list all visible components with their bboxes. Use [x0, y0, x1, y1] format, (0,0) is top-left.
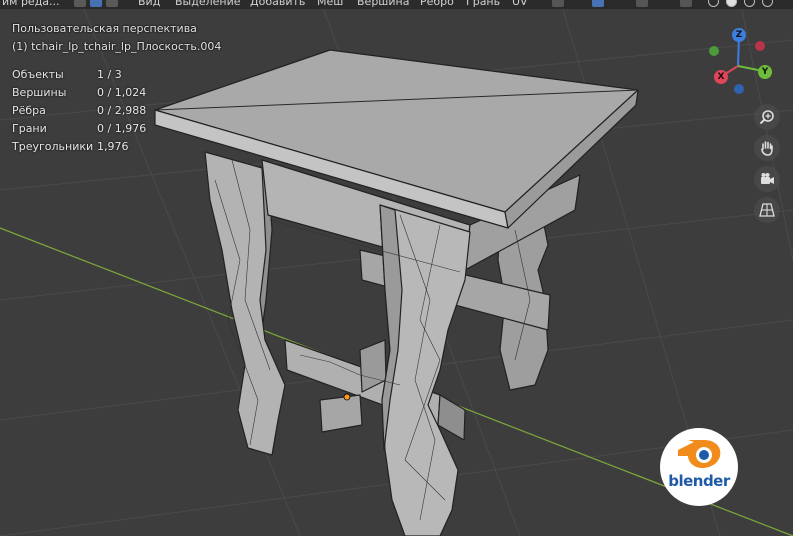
3d-viewport[interactable]: им реда... Вид Выделение Добавить Меш Ве…	[0, 0, 793, 536]
stat-value: 1,976	[97, 140, 129, 153]
stat-value: 1 / 3	[97, 68, 122, 81]
camera-view-button[interactable]	[754, 166, 780, 192]
gizmo-y-axis[interactable]: Y	[758, 65, 772, 79]
editor-mode-dropdown[interactable]: им реда...	[2, 0, 60, 8]
navigation-gizmo[interactable]: Z X Y	[700, 24, 780, 99]
stat-label: Треугольники	[12, 140, 94, 153]
face-select-icon[interactable]	[106, 0, 118, 7]
menu-uv[interactable]: UV	[512, 0, 528, 8]
transform-orientation-icon[interactable]	[552, 0, 564, 7]
ortho-toggle-button[interactable]	[754, 197, 780, 223]
grid-ortho-icon	[759, 203, 775, 217]
gizmo-neg-z[interactable]	[734, 84, 744, 94]
menu-view[interactable]: Вид	[138, 0, 160, 8]
active-object-label: (1) tchair_lp_tchair_lp_Плоскость.004	[12, 40, 222, 53]
vertex-select-icon[interactable]	[74, 0, 86, 7]
snap-icon[interactable]	[636, 0, 648, 7]
stat-label: Вершины	[12, 86, 67, 99]
wireframe-shading-icon[interactable]	[708, 0, 719, 7]
table-mesh[interactable]	[154, 49, 639, 536]
view-perspective-label: Пользовательская перспектива	[12, 22, 197, 35]
gizmo-z-axis[interactable]: Z	[732, 28, 746, 42]
blender-logo-text: blender	[668, 472, 730, 490]
edge-select-icon[interactable]	[90, 0, 102, 7]
stat-value: 0 / 2,988	[97, 104, 147, 117]
material-shading-icon[interactable]	[744, 0, 755, 7]
gizmo-neg-y[interactable]	[709, 46, 719, 56]
stat-value: 0 / 1,976	[97, 122, 147, 135]
pan-hand-icon	[761, 141, 773, 156]
pivot-icon[interactable]	[592, 0, 604, 7]
stat-label: Грани	[12, 122, 47, 135]
object-origin	[343, 393, 351, 401]
stat-label: Рёбра	[12, 104, 46, 117]
menu-edge[interactable]: Ребро	[420, 0, 454, 8]
menu-add[interactable]: Добавить	[250, 0, 305, 8]
pan-button[interactable]	[754, 135, 780, 161]
menu-select[interactable]: Выделение	[175, 0, 241, 8]
menu-mesh[interactable]: Меш	[317, 0, 343, 8]
menu-face[interactable]: Грань	[466, 0, 500, 8]
zoom-icon	[759, 110, 774, 125]
solid-shading-icon[interactable]	[726, 0, 737, 7]
camera-icon	[761, 173, 774, 184]
stat-value: 0 / 1,024	[97, 86, 147, 99]
gizmo-neg-x[interactable]	[755, 41, 765, 51]
blender-logo-icon	[678, 440, 721, 468]
stat-label: Объекты	[12, 68, 64, 81]
viewport-header: им реда... Вид Выделение Добавить Меш Ве…	[0, 0, 793, 9]
gizmo-x-axis[interactable]: X	[714, 70, 728, 84]
blender-logo: blender	[660, 428, 738, 506]
rendered-shading-icon[interactable]	[762, 0, 773, 7]
zoom-button[interactable]	[754, 104, 780, 130]
overlay-icon[interactable]	[680, 0, 692, 7]
menu-vertex[interactable]: Вершина	[357, 0, 409, 8]
